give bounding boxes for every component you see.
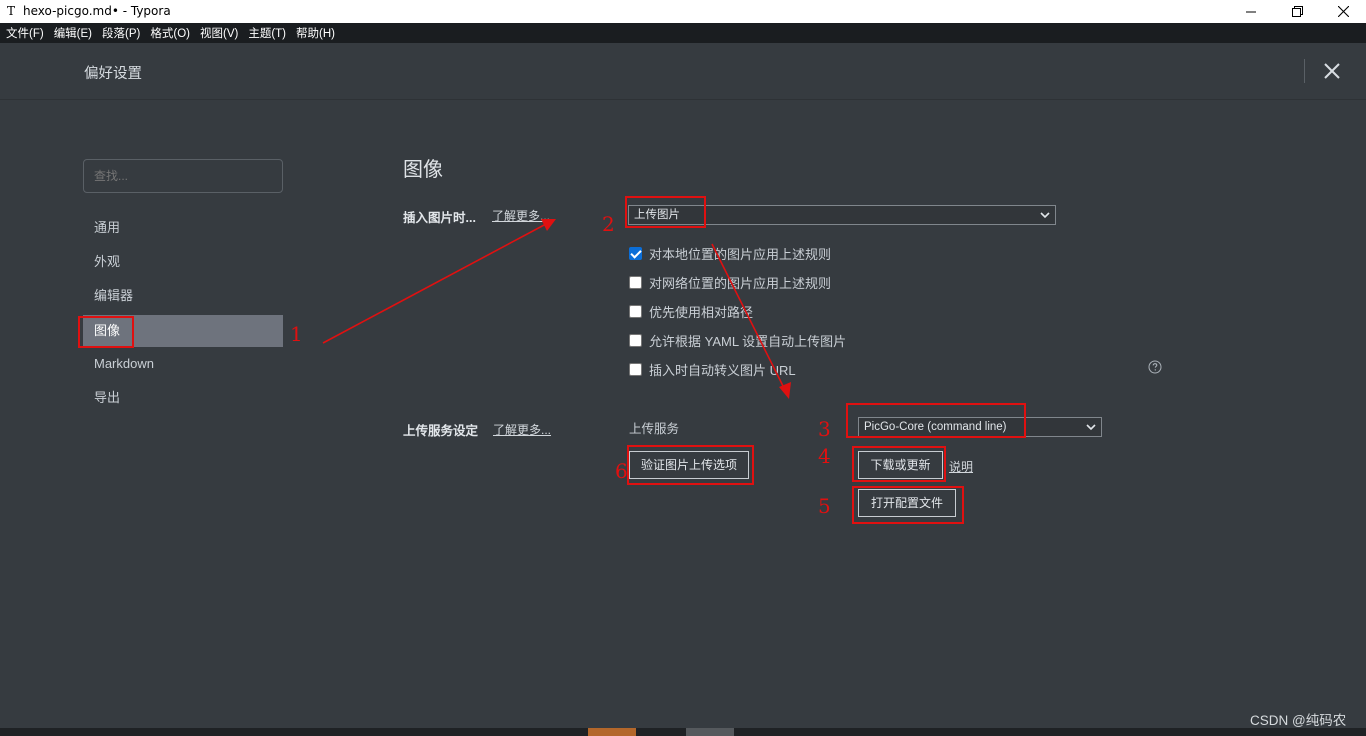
taskbar-item[interactable] <box>588 728 636 736</box>
annotation-number-4: 4 <box>818 444 831 468</box>
minimize-icon[interactable] <box>1228 0 1274 23</box>
option-network-images[interactable]: 对网络位置的图片应用上述规则 <box>629 274 832 291</box>
annotation-number-1: 1 <box>290 322 303 346</box>
watermark: CSDN @纯码农 <box>1250 713 1347 728</box>
checkbox-yaml-upload[interactable] <box>629 333 642 347</box>
menu-file[interactable]: 文件(F) <box>6 25 44 41</box>
option-local-images[interactable]: 对本地位置的图片应用上述规则 <box>629 245 832 262</box>
header-divider <box>1304 59 1305 83</box>
checkbox-local-images[interactable] <box>629 246 642 260</box>
option-yaml-upload[interactable]: 允许根据 YAML 设置自动上传图片 <box>629 332 847 349</box>
nav-item-markdown[interactable]: Markdown <box>83 348 283 380</box>
nav-item-appearance[interactable]: 外观 <box>83 246 283 278</box>
annotation-number-3: 3 <box>818 417 831 441</box>
explain-link[interactable]: 说明 <box>949 458 973 475</box>
option-relative-path[interactable]: 优先使用相对路径 <box>629 303 754 320</box>
annotation-box-2 <box>625 196 706 228</box>
menu-bar: 文件(F) 编辑(E) 段落(P) 格式(O) 视图(V) 主题(T) 帮助(H… <box>0 23 1366 43</box>
annotation-box-5 <box>852 486 964 524</box>
menu-help[interactable]: 帮助(H) <box>296 25 335 41</box>
checkbox-relative-path[interactable] <box>629 304 642 318</box>
typora-app-icon: T <box>6 4 15 18</box>
nav-item-editor[interactable]: 编辑器 <box>83 280 283 312</box>
title-bar: T hexo-picgo.md• - Typora <box>0 0 1366 23</box>
menu-theme[interactable]: 主题(T) <box>248 25 286 41</box>
menu-edit[interactable]: 编辑(E) <box>54 25 92 41</box>
annotation-box-4 <box>852 446 946 482</box>
preferences-title: 偏好设置 <box>84 66 142 82</box>
chevron-down-icon <box>1086 424 1096 431</box>
taskbar <box>0 728 1366 736</box>
menu-view[interactable]: 视图(V) <box>200 25 238 41</box>
checkbox-network-images[interactable] <box>629 275 642 289</box>
menu-format[interactable]: 格式(O) <box>150 25 190 41</box>
option-label: 插入时自动转义图片 URL <box>649 362 796 378</box>
checkbox-escape-url[interactable] <box>629 362 642 376</box>
upload-service-label: 上传服务 <box>629 422 680 436</box>
option-label: 对本地位置的图片应用上述规则 <box>649 246 832 262</box>
preferences-header: 偏好设置 <box>0 43 1366 100</box>
insert-image-learn-more-link[interactable]: 了解更多... <box>492 207 550 224</box>
search-input[interactable] <box>83 159 283 193</box>
option-label: 优先使用相对路径 <box>649 304 754 320</box>
nav-item-export[interactable]: 导出 <box>83 382 283 414</box>
taskbar-item[interactable] <box>686 728 734 736</box>
insert-image-label: 插入图片时... <box>403 211 476 225</box>
annotation-number-6: 6 <box>615 459 628 483</box>
annotation-box-1 <box>78 316 134 348</box>
option-label: 对网络位置的图片应用上述规则 <box>649 275 832 291</box>
annotation-number-5: 5 <box>818 494 831 518</box>
nav-item-general[interactable]: 通用 <box>83 212 283 244</box>
window-title: hexo-picgo.md• - Typora <box>23 4 171 18</box>
annotation-box-6 <box>627 445 754 485</box>
restore-icon[interactable] <box>1274 0 1320 23</box>
chevron-down-icon <box>1040 212 1050 219</box>
help-icon[interactable] <box>1148 360 1162 374</box>
upload-service-settings-label: 上传服务设定 <box>403 424 479 438</box>
option-label: 允许根据 YAML 设置自动上传图片 <box>649 333 847 349</box>
preferences-panel: 偏好设置 通用 外观 编辑器 图像 Markdown 导出 图像 插入图片时..… <box>0 43 1366 728</box>
annotation-number-2: 2 <box>602 212 615 236</box>
section-title: 图像 <box>403 157 443 181</box>
menu-paragraph[interactable]: 段落(P) <box>102 25 140 41</box>
close-icon[interactable] <box>1320 0 1366 23</box>
option-escape-url[interactable]: 插入时自动转义图片 URL <box>629 361 796 378</box>
annotation-box-3 <box>846 403 1026 438</box>
close-preferences-icon[interactable] <box>1322 61 1342 81</box>
upload-learn-more-link[interactable]: 了解更多... <box>493 421 551 438</box>
